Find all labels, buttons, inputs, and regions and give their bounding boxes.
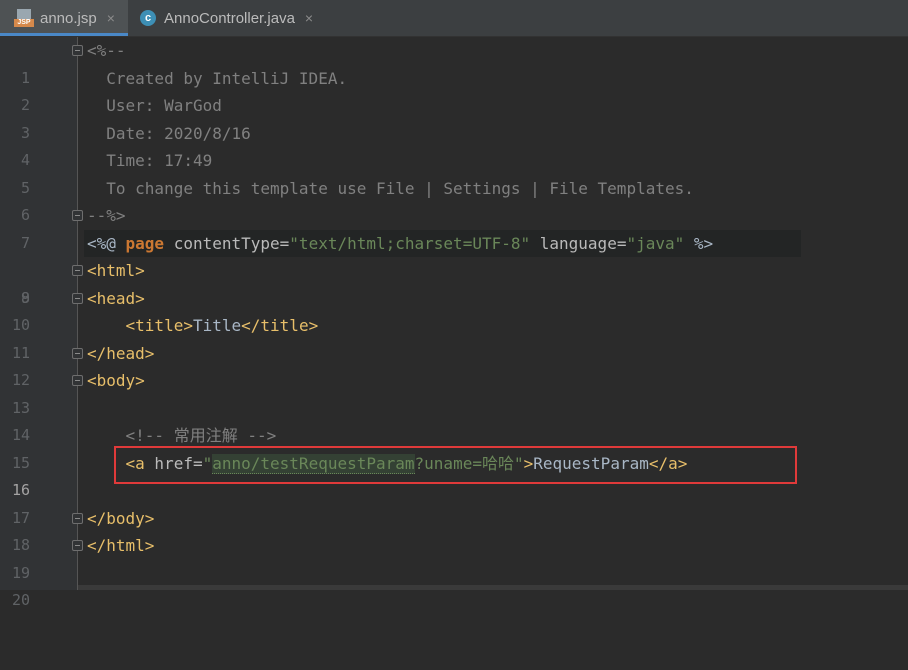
code-line[interactable]: 1 <%--: [0, 37, 908, 87]
tab-anno-jsp[interactable]: JSP anno.jsp ×: [0, 0, 128, 36]
code-line[interactable]: 2 Created by IntelliJ IDEA.: [0, 65, 908, 115]
code-line[interactable]: 7 --%>: [0, 202, 908, 252]
code-line[interactable]: 5 Time: 17:49: [0, 147, 908, 197]
jsp-file-icon: JSP: [14, 9, 34, 27]
title-tag: <title>Title</title>: [125, 316, 319, 335]
code-editor[interactable]: 1 <%-- 2 Created by IntelliJ IDEA. 3 Use…: [0, 37, 908, 609]
close-icon[interactable]: ×: [107, 10, 115, 26]
code-line[interactable]: 19 </html>: [0, 532, 908, 582]
code-line[interactable]: 10 <head>: [0, 285, 908, 335]
code-line[interactable]: 18 </body>: [0, 505, 908, 555]
fold-icon[interactable]: [72, 512, 83, 524]
tab-label: anno.jsp: [40, 9, 97, 27]
fold-icon[interactable]: [72, 210, 83, 221]
fold-icon[interactable]: [72, 45, 83, 56]
tab-anno-controller[interactable]: c AnnoController.java ×: [128, 0, 338, 36]
close-icon[interactable]: ×: [305, 10, 313, 26]
code-line[interactable]: 20: [0, 560, 908, 609]
fold-icon[interactable]: [72, 540, 83, 551]
code-line[interactable]: 6 To change this template use File | Set…: [0, 175, 908, 225]
line-number: 20: [11, 591, 30, 609]
code-line[interactable]: 11 <title>Title</title>: [0, 312, 908, 362]
fold-icon[interactable]: [72, 375, 83, 386]
tab-label: AnnoController.java: [164, 9, 295, 27]
fold-icon[interactable]: [72, 347, 83, 359]
code-line[interactable]: 3 User: WarGod: [0, 92, 908, 142]
fold-icon[interactable]: [72, 292, 83, 304]
horizontal-scrollbar[interactable]: [78, 585, 908, 590]
code-line[interactable]: 12 </head>: [0, 340, 908, 390]
code-line[interactable]: 9 <html>: [0, 257, 908, 307]
annotation-highlight-box: [114, 446, 797, 484]
code-line[interactable]: 8 <%@ page contentType="text/html;charse…: [0, 229, 908, 307]
code-line[interactable]: 13 <body>: [0, 367, 908, 417]
fold-icon[interactable]: [72, 265, 83, 276]
page-directive: <%@ page contentType="text/html;charset=…: [87, 233, 714, 253]
java-class-icon: c: [140, 10, 156, 26]
code-line[interactable]: 14: [0, 395, 908, 444]
editor-tab-bar: JSP anno.jsp × c AnnoController.java ×: [0, 0, 908, 37]
code-line[interactable]: 4 Date: 2020/8/16: [0, 120, 908, 170]
